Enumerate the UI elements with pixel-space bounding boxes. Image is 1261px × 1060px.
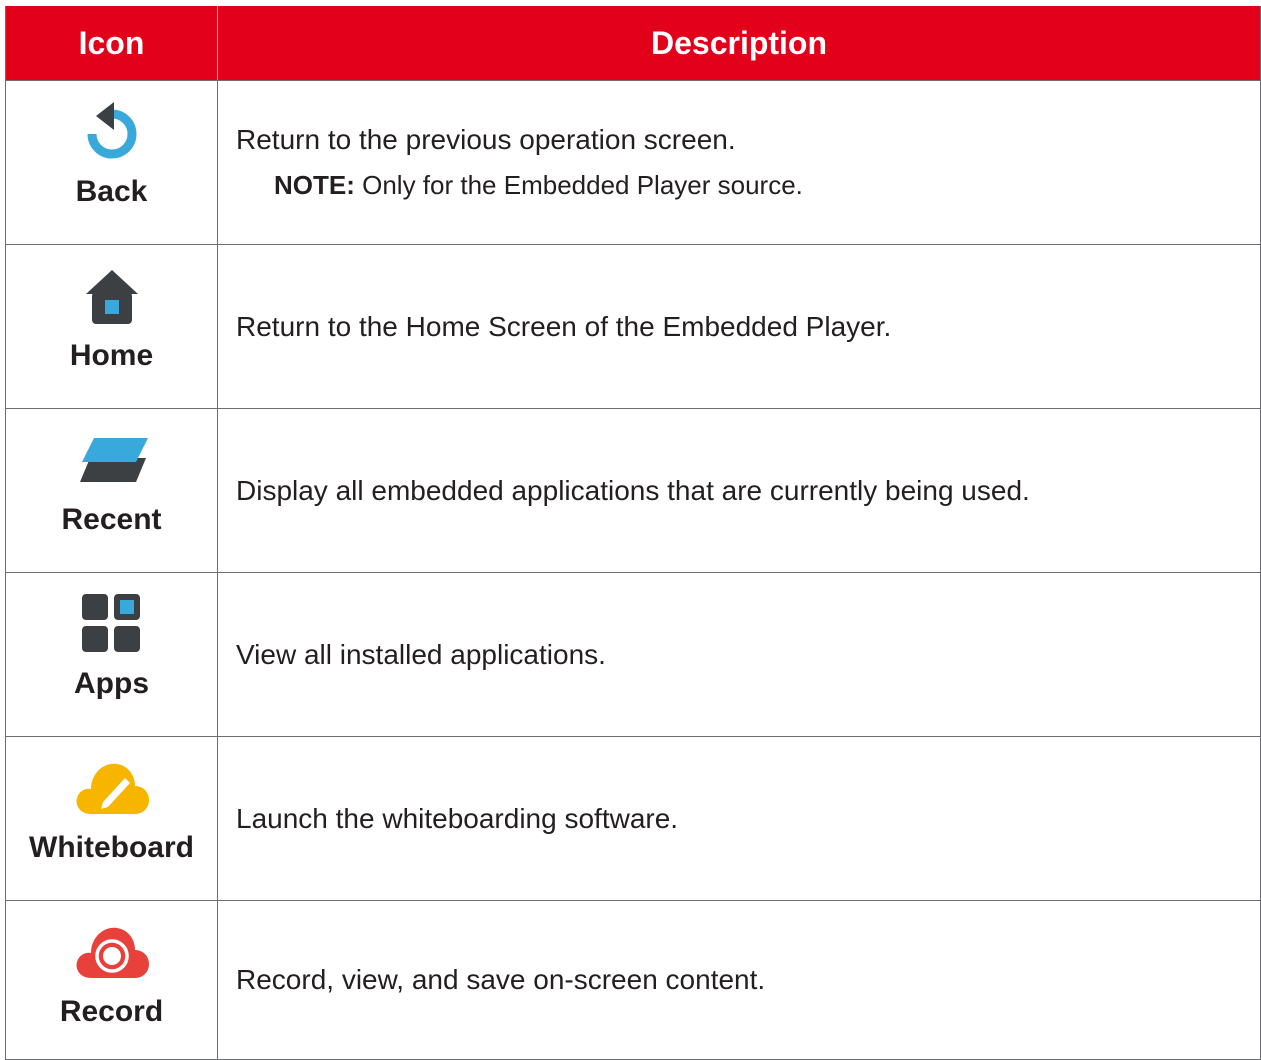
table-row-whiteboard: Whiteboard Launch the whiteboarding soft… <box>6 736 1260 900</box>
table-row-back: Back Return to the previous operation sc… <box>6 80 1260 244</box>
description-cell: Launch the whiteboarding software. <box>218 737 1260 900</box>
icon-name-label: Record <box>59 995 164 1028</box>
whiteboard-icon <box>72 751 152 825</box>
table-header: Icon Description <box>6 6 1260 80</box>
record-icon <box>72 915 152 989</box>
note-text: NOTE: Only for the Embedded Player sourc… <box>236 170 1260 201</box>
icon-name-label: Home <box>69 339 154 372</box>
apps-icon <box>72 587 152 661</box>
description-text: Return to the Home Screen of the Embedde… <box>236 310 892 342</box>
description-text: Display all embedded applications that a… <box>236 474 1030 506</box>
header-icon-column: Icon <box>6 6 218 80</box>
description-cell: Return to the Home Screen of the Embedde… <box>218 245 1260 408</box>
recent-icon <box>72 423 152 497</box>
icon-name-label: Whiteboard <box>29 831 194 864</box>
icon-cell: Record <box>6 901 218 1059</box>
table-row-record: Record Record, view, and save on-screen … <box>6 900 1260 1060</box>
table-row-home: Home Return to the Home Screen of the Em… <box>6 244 1260 408</box>
table-row-apps: Apps View all installed applications. <box>6 572 1260 736</box>
icon-cell: Back <box>6 81 218 244</box>
description-text: Record, view, and save on-screen content… <box>236 964 766 995</box>
note-label: NOTE: <box>274 170 355 200</box>
home-icon <box>72 259 152 333</box>
description-cell: Display all embedded applications that a… <box>218 409 1260 572</box>
icon-cell: Home <box>6 245 218 408</box>
description-cell: View all installed applications. <box>218 573 1260 736</box>
description-text: Launch the whiteboarding software. <box>236 802 679 834</box>
description-cell: Return to the previous operation screen.… <box>218 81 1260 244</box>
back-icon <box>72 95 152 169</box>
icon-description-table: Icon Description Back Return to the prev… <box>5 6 1261 1060</box>
icon-name-label: Back <box>75 175 148 208</box>
icon-name-label: Apps <box>74 667 149 700</box>
icon-cell: Whiteboard <box>6 737 218 900</box>
header-description-column: Description <box>650 24 828 61</box>
icon-cell: Recent <box>6 409 218 572</box>
description-cell: Record, view, and save on-screen content… <box>218 901 1260 1059</box>
table-row-recent: Recent Display all embedded applications… <box>6 408 1260 572</box>
icon-cell: Apps <box>6 573 218 736</box>
icon-name-label: Recent <box>61 503 162 536</box>
note-body: Only for the Embedded Player source. <box>354 170 803 200</box>
description-text: View all installed applications. <box>236 638 606 670</box>
description-text: Return to the previous operation screen. <box>236 124 736 155</box>
